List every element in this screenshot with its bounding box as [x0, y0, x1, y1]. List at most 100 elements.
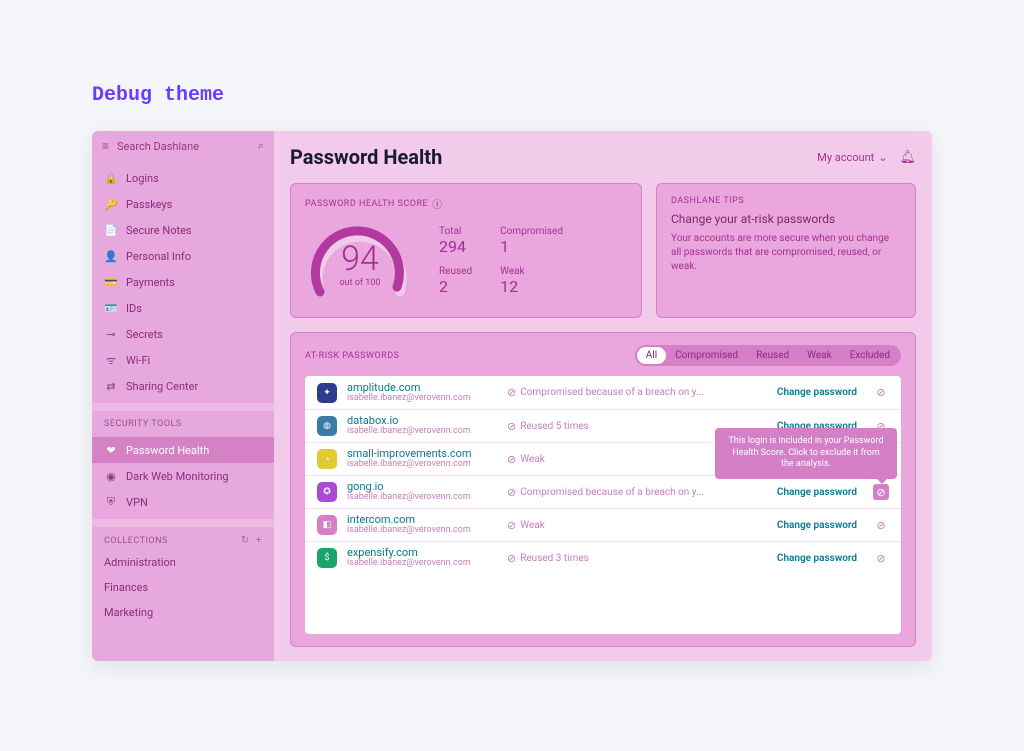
- main-content: Password Health My account ⌄ 🔔︎ PASSWORD…: [274, 131, 932, 661]
- nav-label: Payments: [126, 276, 175, 289]
- change-password-link[interactable]: Change password: [777, 553, 857, 564]
- score-heading: PASSWORD HEALTH SCORE: [305, 199, 428, 209]
- stat-reused-label: Reused: [439, 266, 472, 277]
- at-risk-list: ✦amplitude.comisabelle.ibanez@verovenn.c…: [305, 376, 901, 634]
- site-email: isabelle.ibanez@verovenn.com: [347, 559, 497, 569]
- change-password-link[interactable]: Change password: [777, 387, 857, 398]
- nav-icon: ❤: [104, 444, 118, 457]
- nav-label: Personal Info: [126, 250, 191, 263]
- sidebar-item-payments[interactable]: 💳 Payments: [92, 269, 274, 295]
- risk-reason: Compromised because of a breach on y...: [520, 487, 704, 498]
- change-password-link[interactable]: Change password: [777, 520, 857, 531]
- site-email: isabelle.ibanez@verovenn.com: [347, 427, 497, 437]
- site-email: isabelle.ibanez@verovenn.com: [347, 460, 497, 470]
- stat-weak-value: 12: [500, 277, 563, 296]
- filter-compromised[interactable]: Compromised: [666, 347, 747, 364]
- filter-all[interactable]: All: [637, 347, 666, 364]
- tips-body: Your accounts are more secure when you c…: [671, 232, 901, 274]
- nav-label: Passkeys: [126, 198, 172, 211]
- risk-row[interactable]: $expensify.comisabelle.ibanez@verovenn.c…: [305, 541, 901, 574]
- filter-weak[interactable]: Weak: [798, 347, 841, 364]
- nav-label: VPN: [126, 496, 148, 509]
- nav-label: Logins: [126, 172, 159, 185]
- chevron-down-icon: ⌄: [878, 151, 887, 164]
- nav-label: Dark Web Monitoring: [126, 470, 229, 483]
- app-window: ≡ Search Dashlane ⌕ 🔒 Logins 🔑Passkeys📄Sec…: [92, 131, 932, 661]
- risk-reason: Weak: [520, 520, 545, 531]
- risk-reason: Reused 5 times: [520, 421, 589, 432]
- tips-title: Change your at-risk passwords: [671, 212, 901, 226]
- dashlane-tips-card: DASHLANE TIPS Change your at-risk passwo…: [656, 183, 916, 318]
- security-tools-heading: SECURITY TOOLS: [92, 411, 274, 433]
- sidebar-item-ids[interactable]: 🪪 IDs: [92, 295, 274, 321]
- risk-reason: Reused 3 times: [520, 553, 589, 564]
- exclude-tooltip: This login is included in your Password …: [715, 428, 897, 479]
- sidebar-item-passkeys[interactable]: 🔑Passkeys: [92, 191, 274, 217]
- sidebar-item-personal-info[interactable]: 👤Personal Info: [92, 243, 274, 269]
- site-email: isabelle.ibanez@verovenn.com: [347, 493, 497, 503]
- stat-reused-value: 2: [439, 277, 472, 296]
- site-icon: $: [317, 548, 337, 568]
- sidebar-item-secure-notes[interactable]: 📄Secure Notes: [92, 217, 274, 243]
- risk-reason: Weak: [520, 454, 545, 465]
- alert-icon: ⊘: [507, 519, 516, 532]
- nav-icon: 💳: [104, 276, 118, 289]
- sidebar-item-password-health[interactable]: ❤ Password Health: [92, 437, 274, 463]
- debug-theme-title: Debug theme: [92, 84, 1024, 107]
- nav-label: Wi-Fi: [126, 354, 150, 367]
- sidebar: ≡ Search Dashlane ⌕ 🔒 Logins 🔑Passkeys📄Sec…: [92, 131, 274, 661]
- site-icon: ✪: [317, 482, 337, 502]
- risk-row[interactable]: ◧intercom.comisabelle.ibanez@verovenn.co…: [305, 508, 901, 541]
- search-input[interactable]: ≡ Search Dashlane ⌕: [92, 131, 274, 161]
- score-value: 94: [341, 242, 379, 276]
- site-name: amplitude.com: [347, 382, 497, 394]
- nav-icon: ⇄: [104, 380, 118, 393]
- search-placeholder: Search Dashlane: [117, 140, 250, 153]
- collection-marketing[interactable]: Marketing: [92, 600, 274, 625]
- at-risk-passwords-card: AT-RISK PASSWORDS AllCompromisedReusedWe…: [290, 332, 916, 647]
- filter-excluded[interactable]: Excluded: [841, 347, 899, 364]
- nav-icon: ⛨: [104, 495, 118, 509]
- my-account-dropdown[interactable]: My account ⌄: [817, 151, 887, 164]
- nav-icon: 🔒: [104, 172, 118, 185]
- risk-row[interactable]: ✪gong.ioisabelle.ibanez@verovenn.com⊘Com…: [305, 475, 901, 508]
- exclude-icon[interactable]: ⊘: [873, 517, 889, 533]
- change-password-link[interactable]: Change password: [777, 487, 857, 498]
- search-icon: ⌕: [258, 139, 264, 153]
- site-email: isabelle.ibanez@verovenn.com: [347, 526, 497, 536]
- sidebar-divider: [92, 403, 274, 411]
- refresh-icon[interactable]: ↻: [241, 535, 250, 546]
- info-icon[interactable]: ⓘ: [432, 196, 443, 211]
- sidebar-item-wi-fi[interactable]: ᯤWi-Fi: [92, 347, 274, 373]
- exclude-icon[interactable]: ⊘: [873, 550, 889, 566]
- filter-reused[interactable]: Reused: [747, 347, 798, 364]
- risk-reason: Compromised because of a breach on y...: [520, 387, 704, 398]
- sidebar-item-secrets[interactable]: ⊸Secrets: [92, 321, 274, 347]
- sidebar-item-dark-web-monitoring[interactable]: ◉Dark Web Monitoring: [92, 463, 274, 489]
- collection-finances[interactable]: Finances: [92, 575, 274, 600]
- sidebar-item-sharing-center[interactable]: ⇄ Sharing Center: [92, 373, 274, 399]
- notifications-icon[interactable]: 🔔︎: [899, 150, 916, 165]
- sidebar-item-logins[interactable]: 🔒 Logins: [92, 165, 274, 191]
- at-risk-heading: AT-RISK PASSWORDS: [305, 351, 399, 361]
- password-health-score-card: PASSWORD HEALTH SCORE ⓘ 94 out of 100: [290, 183, 642, 318]
- collection-administration[interactable]: Administration: [92, 550, 274, 575]
- site-email: isabelle.ibanez@verovenn.com: [347, 394, 497, 404]
- nav-label: Password Health: [126, 444, 209, 457]
- nav-label: IDs: [126, 302, 142, 315]
- nav-icon: 🪪: [104, 302, 118, 315]
- add-icon[interactable]: +: [256, 535, 262, 546]
- collections-heading: COLLECTIONS ↻ +: [92, 527, 274, 550]
- stat-compromised-value: 1: [500, 237, 563, 256]
- alert-icon: ⊘: [507, 386, 516, 399]
- risk-row[interactable]: ✦ amplitude.comisabelle.ibanez@verovenn.c…: [305, 376, 901, 409]
- exclude-icon[interactable]: ⊘: [873, 385, 889, 401]
- topbar: Password Health My account ⌄ 🔔︎: [290, 145, 916, 169]
- exclude-icon[interactable]: ⊘: [873, 484, 889, 500]
- sidebar-item-vpn[interactable]: ⛨ VPN: [92, 489, 274, 515]
- site-icon: ◍: [317, 416, 337, 436]
- alert-icon: ⊘: [507, 420, 516, 433]
- tips-heading: DASHLANE TIPS: [671, 196, 901, 206]
- site-icon: ✦: [317, 383, 337, 403]
- nav-label: Sharing Center: [126, 380, 198, 393]
